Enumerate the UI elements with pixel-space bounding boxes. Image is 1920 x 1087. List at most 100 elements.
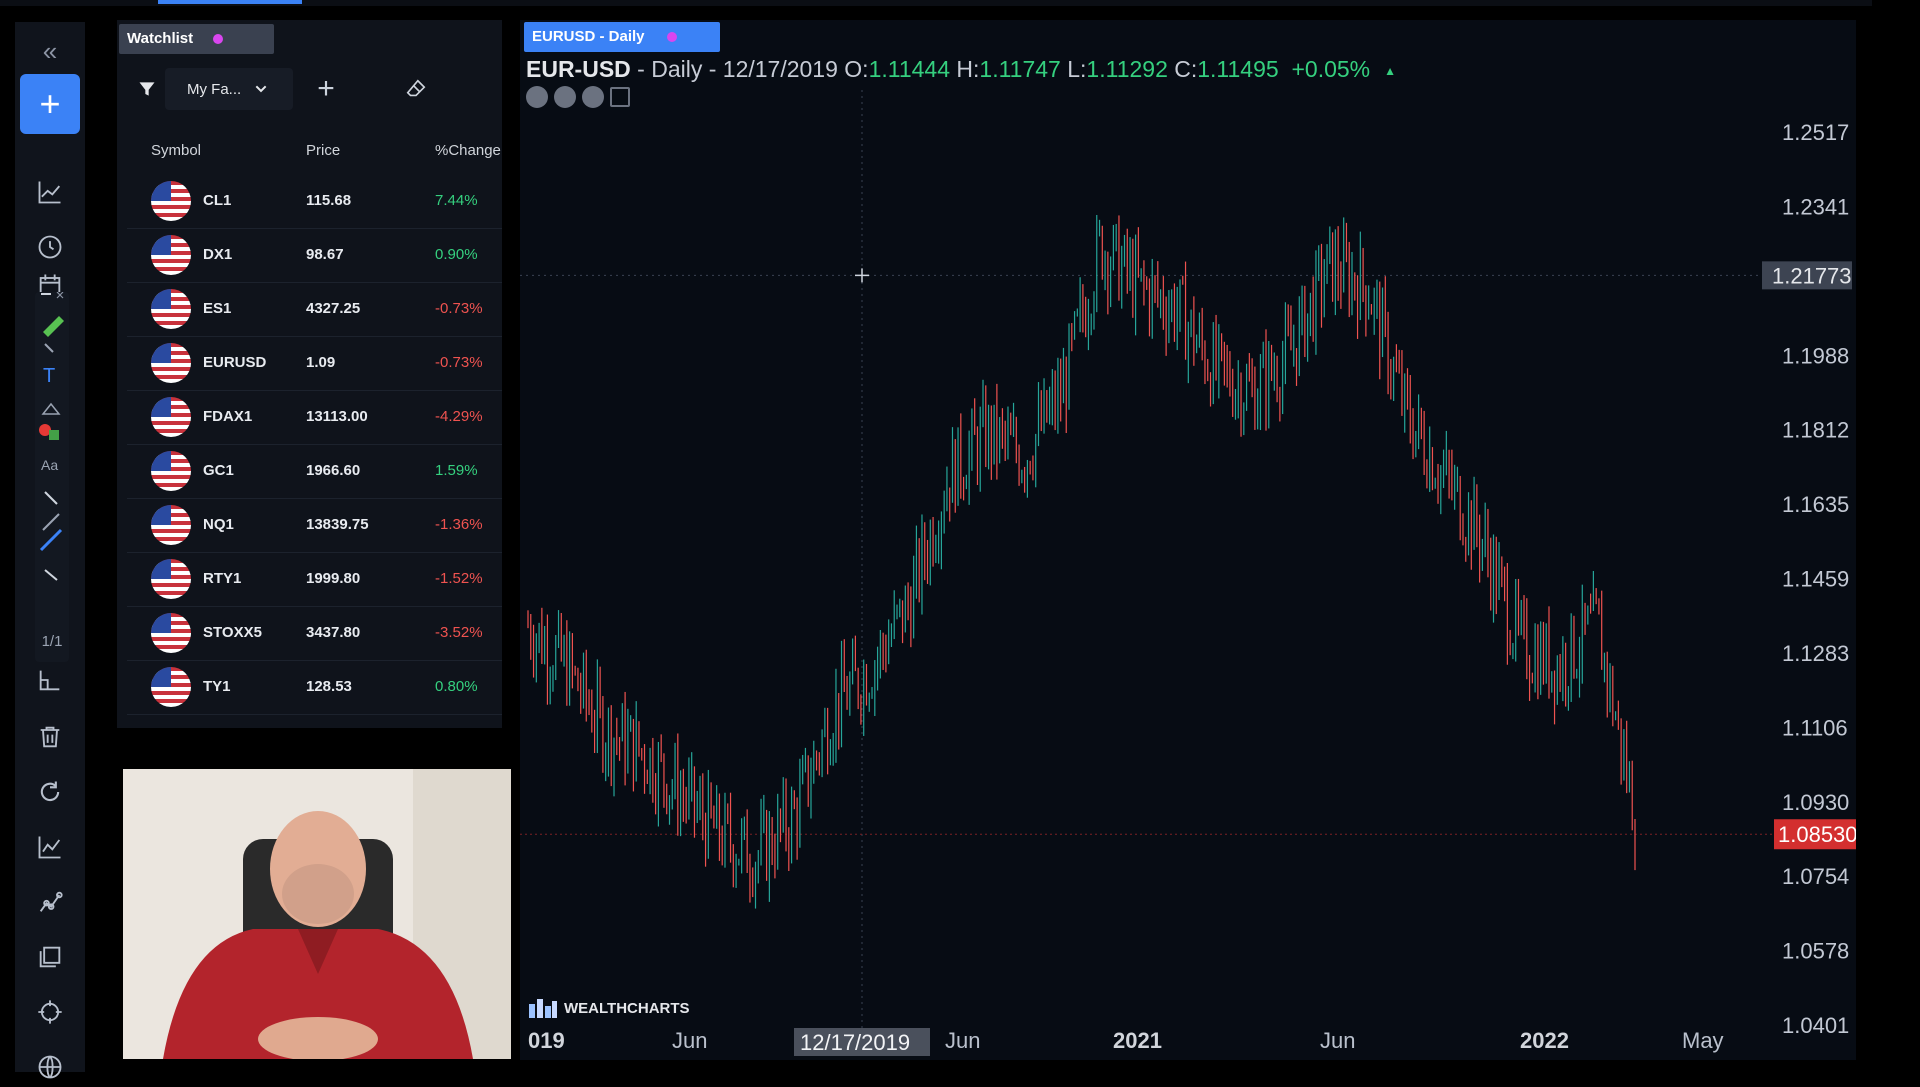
- row-change: 0.80%: [435, 678, 478, 695]
- row-price: 4327.25: [306, 300, 361, 317]
- candlesticks: [527, 214, 1636, 909]
- row-change: 1.59%: [435, 462, 478, 479]
- chart-panel[interactable]: 1.2517 1.2341 1.1988 1.1812 1.1635 1.1459 1.12…: [520, 20, 1856, 1060]
- wealthcharts-logo-icon: [529, 999, 557, 1018]
- price-axis-label: 1.1988: [1782, 343, 1849, 368]
- watchlist-row[interactable]: GC1 1966.60 1.59%: [127, 444, 502, 499]
- active-tab-indicator: [158, 0, 302, 4]
- list-name: My Fa...: [187, 80, 242, 98]
- price-axis-label: 1.2517: [1782, 120, 1849, 145]
- us-flag-icon: [151, 505, 191, 545]
- time-axis-label: 019: [528, 1028, 565, 1053]
- row-change: 7.44%: [435, 192, 478, 209]
- watchlist-row[interactable]: STOXX5 3437.80 -3.52%: [127, 606, 502, 661]
- crosshair-price-label: 1.21773: [1772, 263, 1852, 288]
- watchlist-row[interactable]: NQ1 13839.75 -1.36%: [127, 498, 502, 553]
- indicators-icon[interactable]: [15, 827, 85, 867]
- watchlist-row[interactable]: CL1 115.68 7.44%: [127, 174, 502, 229]
- us-flag-icon: [151, 343, 191, 383]
- watchlist-row[interactable]: DX1 98.67 0.90%: [127, 228, 502, 283]
- ohlc-legend: EUR-USD - Daily - 12/17/2019 O:1.11444 H…: [526, 56, 1396, 83]
- collapse-up-icon[interactable]: [582, 86, 604, 108]
- row-change: -0.73%: [435, 300, 483, 317]
- chart-symbol: EUR-USD: [526, 56, 631, 82]
- chart-controls: [526, 86, 630, 108]
- price-axis-label: 1.2341: [1782, 194, 1849, 219]
- row-symbol: FDAX1: [203, 408, 253, 425]
- top-bar: [0, 0, 1872, 6]
- filter-icon[interactable]: [131, 68, 163, 110]
- price-axis-label: 1.1635: [1782, 492, 1849, 517]
- chart-tab[interactable]: EURUSD - Daily: [524, 22, 720, 52]
- price-axis-label: 1.0930: [1782, 790, 1849, 815]
- us-flag-icon: [151, 181, 191, 221]
- time-axis-label: Jun: [1320, 1028, 1355, 1053]
- watermark-text: WEALTHCHARTS: [564, 999, 690, 1017]
- chart-type-icon[interactable]: [15, 172, 85, 212]
- clock-icon[interactable]: [15, 227, 85, 267]
- row-change: 0.90%: [435, 246, 478, 263]
- measure-icon[interactable]: [15, 667, 85, 693]
- row-price: 13113.00: [306, 408, 368, 425]
- price-axis-label: 1.0401: [1782, 1013, 1849, 1038]
- open-value: 1.11444: [868, 56, 951, 82]
- low-label: L:: [1060, 56, 1087, 82]
- crosshair-icon[interactable]: [15, 992, 85, 1032]
- watchlist-row[interactable]: ES1 4327.25 -0.73%: [127, 282, 502, 337]
- crosshair-cursor-icon: [855, 268, 869, 283]
- watchlist-panel: Watchlist My Fa... + Symbol Price %Chang…: [117, 20, 502, 728]
- high-label: H:: [950, 56, 980, 82]
- row-symbol: STOXX5: [203, 624, 262, 641]
- us-flag-icon: [151, 397, 191, 437]
- column-header-change[interactable]: %Change: [435, 142, 501, 159]
- list-selector-dropdown[interactable]: My Fa...: [165, 68, 293, 110]
- watchlist-row[interactable]: EURUSD 1.09 -0.73%: [127, 336, 502, 391]
- layouts-icon[interactable]: [15, 937, 85, 977]
- price-axis-label: 1.0578: [1782, 938, 1849, 963]
- row-symbol: TY1: [203, 678, 231, 695]
- globe-icon[interactable]: [15, 1047, 85, 1087]
- collapse-down-icon[interactable]: [554, 86, 576, 108]
- column-header-price[interactable]: Price: [306, 142, 340, 159]
- row-price: 115.68: [306, 192, 352, 209]
- row-change: -1.36%: [435, 516, 483, 533]
- strategy-icon[interactable]: [15, 882, 85, 922]
- row-price: 128.53: [306, 678, 352, 695]
- add-indicator-icon[interactable]: [610, 87, 630, 107]
- watchlist-row[interactable]: FDAX1 13113.00 -4.29%: [127, 390, 502, 445]
- row-change: -1.52%: [435, 570, 483, 587]
- high-value: 1.11747: [979, 56, 1061, 82]
- collapse-icon[interactable]: «: [15, 36, 85, 67]
- eraser-icon[interactable]: [399, 68, 433, 110]
- chart-info: - Daily - 12/17/2019 O:: [630, 56, 869, 82]
- row-price: 1966.60: [306, 462, 361, 479]
- watchlist-row[interactable]: TY1 128.53 0.80%: [127, 660, 502, 715]
- us-flag-icon: [151, 451, 191, 491]
- row-change: -3.52%: [435, 624, 483, 641]
- chart-tab-label: EURUSD - Daily: [532, 28, 645, 45]
- add-button[interactable]: +: [20, 74, 80, 134]
- row-change: -4.29%: [435, 408, 483, 425]
- watchlist-row[interactable]: RTY1 1999.80 -1.52%: [127, 552, 502, 607]
- row-price: 13839.75: [306, 516, 369, 533]
- price-chart[interactable]: 1.2517 1.2341 1.1988 1.1812 1.1635 1.1459 1.12…: [520, 20, 1856, 1060]
- low-value: 1.11292: [1086, 56, 1168, 82]
- row-price: 98.67: [306, 246, 344, 263]
- trash-icon[interactable]: [15, 717, 85, 757]
- row-price: 1.09: [306, 354, 336, 371]
- watchlist-tab[interactable]: Watchlist: [119, 24, 274, 54]
- row-symbol: CL1: [203, 192, 232, 209]
- time-axis-label: 2022: [1520, 1028, 1569, 1053]
- add-symbol-button[interactable]: +: [309, 68, 343, 110]
- last-price-label: 1.08530: [1778, 822, 1856, 847]
- column-header-symbol[interactable]: Symbol: [151, 142, 201, 159]
- row-price: 3437.80: [306, 624, 361, 641]
- time-axis-label: Jun: [945, 1028, 980, 1053]
- refresh-icon[interactable]: [15, 772, 85, 812]
- price-axis-label: 1.0754: [1782, 864, 1849, 889]
- us-flag-icon: [151, 235, 191, 275]
- tab-color-dot: [666, 32, 677, 43]
- settings-icon[interactable]: [526, 86, 548, 108]
- us-flag-icon: [151, 559, 191, 599]
- drawing-tools-icons[interactable]: T Aa: [35, 291, 69, 622]
